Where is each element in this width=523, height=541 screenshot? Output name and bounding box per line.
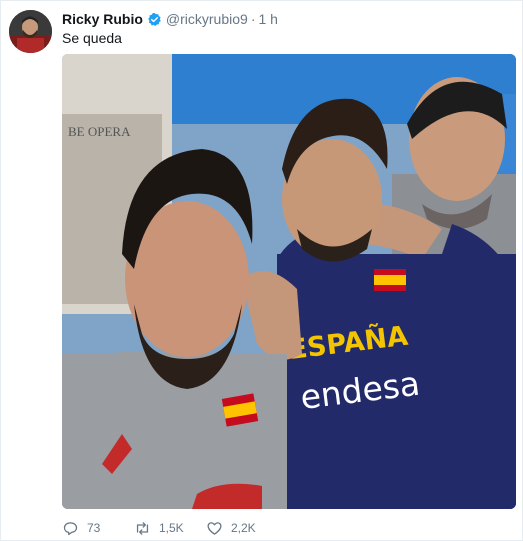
tweet-card[interactable]: Ricky Rubio @rickyrubio9 · 1 h Se queda …: [0, 0, 523, 541]
author-handle[interactable]: @rickyrubio9: [166, 10, 248, 28]
avatar-image: [9, 10, 52, 53]
tweet-photo[interactable]: BE OPERA ESPAÑA endesa: [62, 54, 516, 509]
timestamp[interactable]: 1 h: [258, 10, 277, 28]
like-count: 2,2K: [231, 521, 256, 535]
reply-icon: [63, 521, 78, 535]
selfie-image: BE OPERA ESPAÑA endesa: [62, 54, 516, 509]
like-icon: [207, 521, 222, 535]
tweet-actions: 73 1,5K 2,2K: [62, 517, 278, 539]
like-button[interactable]: 2,2K: [206, 520, 278, 537]
author-name[interactable]: Ricky Rubio: [62, 10, 143, 28]
tweet-text: Se queda: [62, 30, 122, 46]
avatar[interactable]: [9, 10, 52, 53]
background-sign-text: BE OPERA: [68, 124, 131, 139]
separator-dot: ·: [250, 11, 256, 27]
tweet-header: Ricky Rubio @rickyrubio9 · 1 h: [62, 10, 278, 28]
retweet-button[interactable]: 1,5K: [134, 520, 206, 537]
reply-button[interactable]: 73: [62, 520, 134, 537]
retweet-count: 1,5K: [159, 521, 184, 535]
retweet-icon: [136, 521, 149, 535]
verified-badge-icon: [148, 12, 161, 26]
reply-count: 73: [87, 521, 101, 535]
